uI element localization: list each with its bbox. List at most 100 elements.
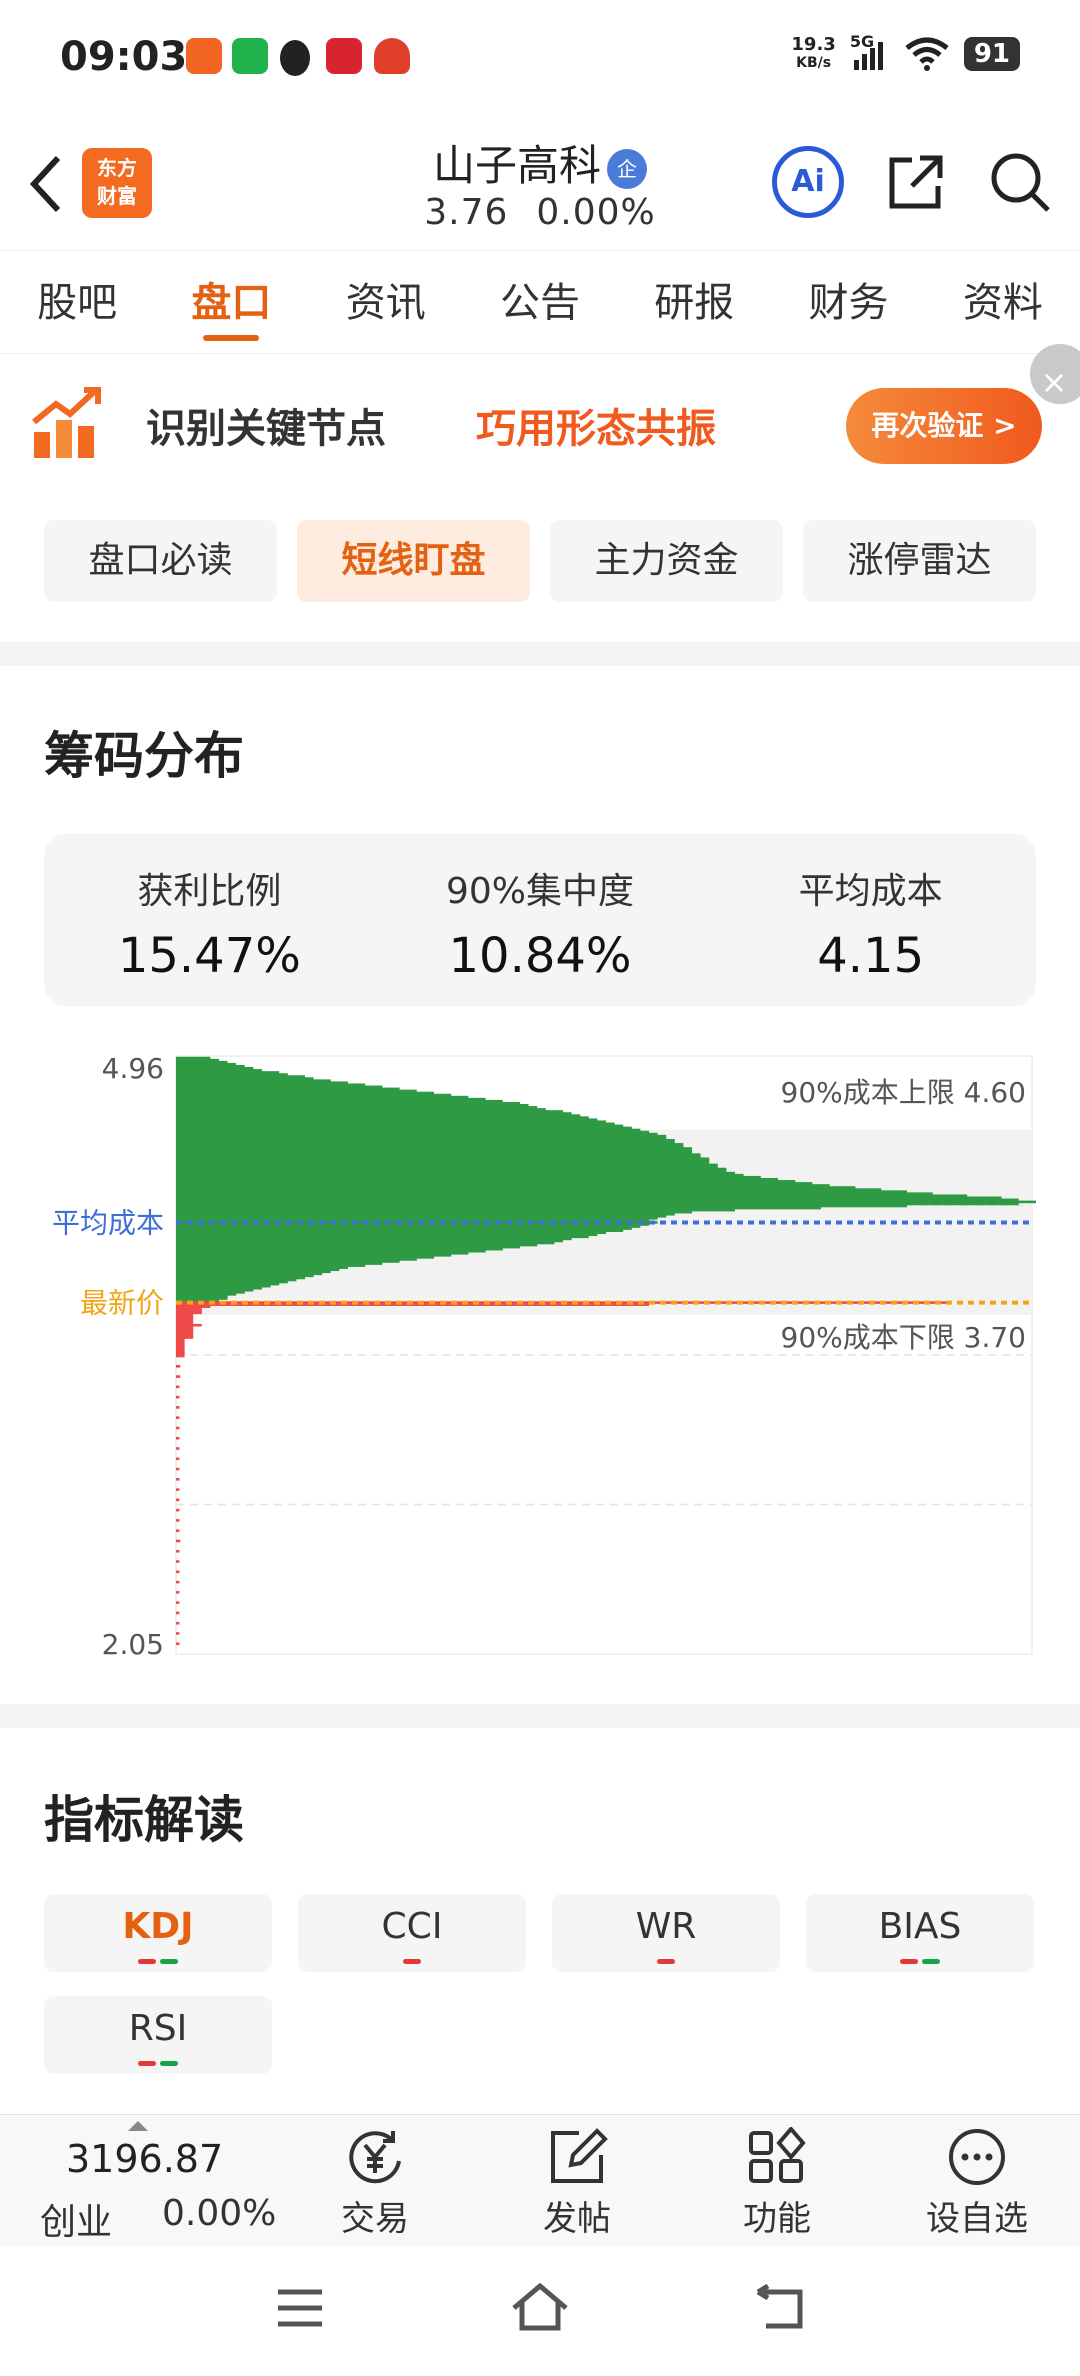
indicator-label: RSI <box>128 2008 188 2049</box>
banner-close-icon[interactable]: × <box>1030 344 1080 404</box>
index-ticker[interactable]: 3196.87 创业 0.00% <box>20 2115 290 2247</box>
indicator-label: BIAS <box>878 1906 962 1947</box>
signal-dot-red <box>138 2061 156 2066</box>
chip-bar <box>176 1549 180 1553</box>
chip-bar <box>176 1539 181 1543</box>
home-icon[interactable] <box>510 2282 570 2332</box>
net-unit: KB/s <box>796 55 832 71</box>
indicator-cci[interactable]: CCI <box>298 1894 526 1972</box>
tab-announcements[interactable]: 公告 <box>463 251 617 353</box>
post-button[interactable]: 发帖 <box>522 2115 632 2247</box>
indicator-bias[interactable]: BIAS <box>806 1894 1034 1972</box>
stat-value: 15.47% <box>117 928 301 984</box>
menu-icon[interactable] <box>276 2288 324 2328</box>
stat-value: 10.84% <box>448 928 632 984</box>
shopping-app-icon <box>326 38 362 74</box>
signal-dot-red <box>900 1959 918 1964</box>
promo-banner[interactable]: 识别关键节点 巧用形态共振 再次验证 > × <box>0 344 1080 494</box>
chip-bar <box>176 1406 180 1409</box>
qq-icon <box>280 40 310 76</box>
add-watchlist-button[interactable]: 设自选 <box>912 2115 1042 2247</box>
chip-bar <box>176 1508 180 1512</box>
indicator-kdj[interactable]: KDJ <box>44 1894 272 1972</box>
chip-stats: 获利比例 15.47% 90%集中度 10.84% 平均成本 4.15 <box>44 834 1036 1006</box>
functions-button[interactable]: 功能 <box>722 2115 832 2247</box>
stock-name: 山子高科 <box>432 141 601 190</box>
stat-concentration: 90%集中度 10.84% <box>375 834 706 1006</box>
watchlist-label: 设自选 <box>926 2199 1028 2239</box>
chip-bar <box>176 1426 180 1430</box>
stat-label: 获利比例 <box>137 871 282 912</box>
index-change: 0.00% <box>162 2193 277 2234</box>
status-right: 19.3 KB/s 5G 91 <box>791 32 1020 72</box>
tab-finance[interactable]: 财务 <box>771 251 925 353</box>
y-tick-label-top: 4.96 <box>102 1052 164 1085</box>
back-nav-icon[interactable] <box>754 2284 806 2330</box>
verify-again-button[interactable]: 再次验证 > <box>846 388 1042 464</box>
signal-dot-green <box>160 1959 178 1964</box>
chip-bar <box>176 1354 185 1358</box>
sub-tabs: 盘口必读 短线盯盘 主力资金 涨停雷达 <box>44 520 1036 602</box>
main-tabs: 股吧 盘口 资讯 公告 研报 财务 资料 <box>0 250 1080 354</box>
chip-chart-svg: 4.96 2.05 平均成本最新价 90%成本上限 4.60 90%成本下限 3.70 <box>52 1052 1036 1661</box>
signal-dot-green <box>160 2061 178 2066</box>
tab-guba[interactable]: 股吧 <box>0 251 154 353</box>
chip-distribution-chart: 4.96 2.05 平均成本 最新价 90%成本上限 4.60 90%成本下限 3.70 <box>0 1040 1080 1670</box>
ai-assistant-button[interactable]: Ai <box>772 146 844 218</box>
stock-price: 3.76 <box>424 192 509 233</box>
stat-avg-cost: 平均成本 4.15 <box>705 834 1036 1006</box>
subtab-short-term[interactable]: 短线盯盘 <box>297 520 530 602</box>
edit-post-icon <box>551 2128 608 2183</box>
signal-dot-green <box>922 1959 940 1964</box>
tab-news[interactable]: 资讯 <box>309 251 463 353</box>
more-dots-icon <box>949 2129 1005 2185</box>
indicator-signal <box>298 1950 526 1964</box>
post-label: 发帖 <box>543 2199 611 2239</box>
search-icon[interactable] <box>988 150 1052 214</box>
chip-bar <box>176 1385 180 1389</box>
index-value: 3196.87 <box>66 2137 224 2181</box>
signal-dot-red <box>138 1959 156 1964</box>
net-speed: 19.3 <box>791 34 836 55</box>
avg-cost-label: 平均成本 <box>52 1206 164 1239</box>
chip-bar <box>176 1375 181 1378</box>
cost-upper-label: 90%成本上限 4.60 <box>781 1076 1026 1109</box>
chip-bar <box>176 1488 180 1491</box>
stat-label: 90%集中度 <box>445 871 635 912</box>
subtab-must-read[interactable]: 盘口必读 <box>44 520 277 602</box>
tab-pankou[interactable]: 盘口 <box>154 251 308 353</box>
chip-bar <box>176 1529 180 1533</box>
indicator-rsi[interactable]: RSI <box>44 1996 272 2074</box>
stat-profit-ratio: 获利比例 15.47% <box>44 834 375 1006</box>
chip-bar <box>176 1519 180 1522</box>
chip-bar <box>176 1601 180 1604</box>
chart-growth-icon <box>32 387 101 458</box>
wifi-icon <box>905 37 949 71</box>
subtab-limit-up-radar[interactable]: 涨停雷达 <box>803 520 1036 602</box>
subtab-main-funds[interactable]: 主力资金 <box>550 520 783 602</box>
chip-bar <box>176 1632 180 1635</box>
tab-research[interactable]: 研报 <box>617 251 771 353</box>
trade-button[interactable]: 交易 <box>320 2115 430 2247</box>
banner-text-primary: 识别关键节点 <box>146 406 386 452</box>
indicator-signal <box>44 2052 272 2066</box>
tab-profile[interactable]: 资料 <box>926 251 1080 353</box>
chip-bar <box>176 1560 180 1563</box>
stat-value: 4.15 <box>817 928 925 984</box>
trade-yen-icon <box>349 2131 401 2184</box>
indicators-title: 指标解读 <box>44 1791 244 1849</box>
stock-header: 东方 财富 山子高科企 3.76 0.00% Ai <box>0 110 1080 250</box>
chip-distribution-title: 筹码分布 <box>44 727 244 785</box>
chip-bar <box>176 1591 180 1594</box>
chip-bar <box>176 1570 180 1574</box>
chip-bar <box>176 1416 180 1419</box>
caret-up-icon <box>128 2121 148 2131</box>
indicator-label: CCI <box>381 1906 443 1947</box>
y-tick-label-bottom: 2.05 <box>102 1628 164 1661</box>
indicator-wr[interactable]: WR <box>552 1894 780 1972</box>
cost-lower-label: 90%成本下限 3.70 <box>781 1321 1026 1354</box>
share-icon[interactable] <box>884 150 948 214</box>
chip-bar <box>176 1642 180 1646</box>
chip-bar <box>176 1467 180 1471</box>
notification-app-icon <box>186 38 222 74</box>
